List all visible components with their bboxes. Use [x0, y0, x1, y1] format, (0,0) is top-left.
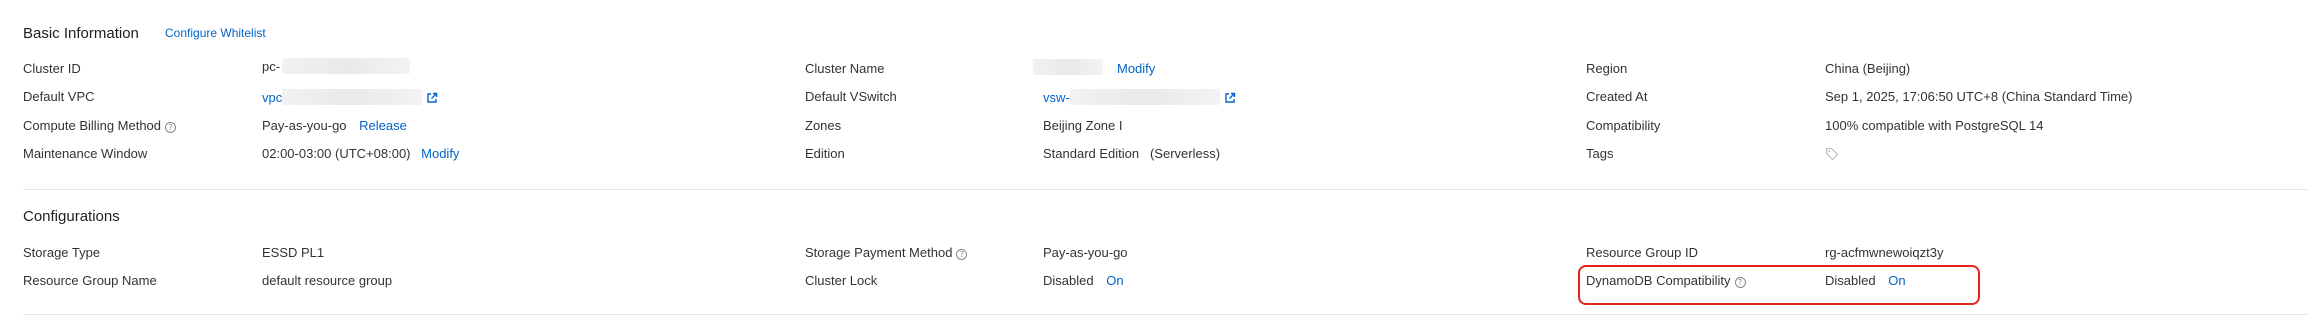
region-value: China (Beijing)	[1825, 61, 1911, 76]
storage-type-value: ESSD PL1	[262, 245, 325, 260]
external-link-icon[interactable]	[426, 92, 438, 104]
maintenance-window-value: 02:00-03:00 (UTC+08:00) Modify	[262, 146, 460, 161]
cluster-name-label: Cluster Name	[805, 61, 885, 76]
region-label: Region	[1586, 61, 1628, 76]
cluster-name-value	[1033, 59, 1103, 76]
billing-method-value: Pay-as-you-go Release	[262, 118, 407, 133]
cluster-id-value: pc-	[262, 58, 411, 75]
default-vpc-value: vpc	[262, 89, 438, 106]
storage-payment-value: Pay-as-you-go	[1043, 245, 1128, 260]
cluster-lock-value: Disabled On	[1043, 273, 1124, 288]
zones-value: Beijing Zone I	[1043, 118, 1123, 133]
default-vswitch-value: vsw-	[1043, 89, 1236, 106]
redacted-block	[1033, 59, 1103, 75]
release-link[interactable]: Release	[359, 118, 407, 133]
configure-whitelist-link[interactable]: Configure Whitelist	[165, 25, 266, 41]
redacted-block	[282, 89, 423, 105]
resource-group-id-value: rg-acfmwnewoiqzt3y	[1825, 245, 1944, 260]
help-icon[interactable]: ?	[956, 249, 968, 260]
maintenance-modify-link[interactable]: Modify	[421, 146, 459, 161]
edition-label: Edition	[805, 146, 845, 161]
edition-value: Standard Edition (Serverless)	[1043, 146, 1221, 161]
vswitch-link[interactable]: vsw-	[1043, 90, 1070, 105]
created-at-label: Created At	[1586, 89, 1648, 104]
tag-icon[interactable]	[1825, 147, 1839, 161]
cluster-lock-on-link[interactable]: On	[1106, 273, 1123, 288]
highlight-box	[1578, 265, 1980, 305]
storage-payment-label: Storage Payment Method?	[805, 245, 968, 261]
default-vpc-label: Default VPC	[23, 89, 95, 104]
vpc-link[interactable]: vpc	[262, 90, 282, 105]
resource-group-name-value: default resource group	[262, 273, 393, 288]
help-icon[interactable]: ?	[165, 122, 177, 133]
cluster-id-label: Cluster ID	[23, 61, 81, 76]
storage-type-label: Storage Type	[23, 245, 101, 260]
section-divider	[23, 189, 2309, 190]
compatibility-value: 100% compatible with PostgreSQL 14	[1825, 118, 2044, 133]
zones-label: Zones	[805, 118, 842, 133]
basic-info-title: Basic Information	[23, 25, 139, 42]
redacted-block	[1069, 89, 1220, 105]
configurations-title: Configurations	[23, 208, 120, 225]
external-link-icon[interactable]	[1224, 92, 1236, 104]
tags-label: Tags	[1586, 146, 1614, 161]
compatibility-label: Compatibility	[1586, 118, 1661, 133]
cluster-lock-label: Cluster Lock	[805, 273, 878, 288]
created-at-value: Sep 1, 2025, 17:06:50 UTC+8 (China Stand…	[1825, 89, 2133, 104]
maintenance-window-label: Maintenance Window	[23, 146, 148, 161]
resource-group-id-label: Resource Group ID	[1586, 245, 1698, 260]
resource-group-name-label: Resource Group Name	[23, 273, 157, 288]
billing-method-label: Compute Billing Method?	[23, 118, 177, 134]
redacted-block	[282, 58, 411, 74]
default-vswitch-label: Default VSwitch	[805, 89, 897, 104]
bottom-divider	[23, 314, 2309, 315]
cluster-name-modify-link[interactable]: Modify	[1117, 61, 1155, 77]
